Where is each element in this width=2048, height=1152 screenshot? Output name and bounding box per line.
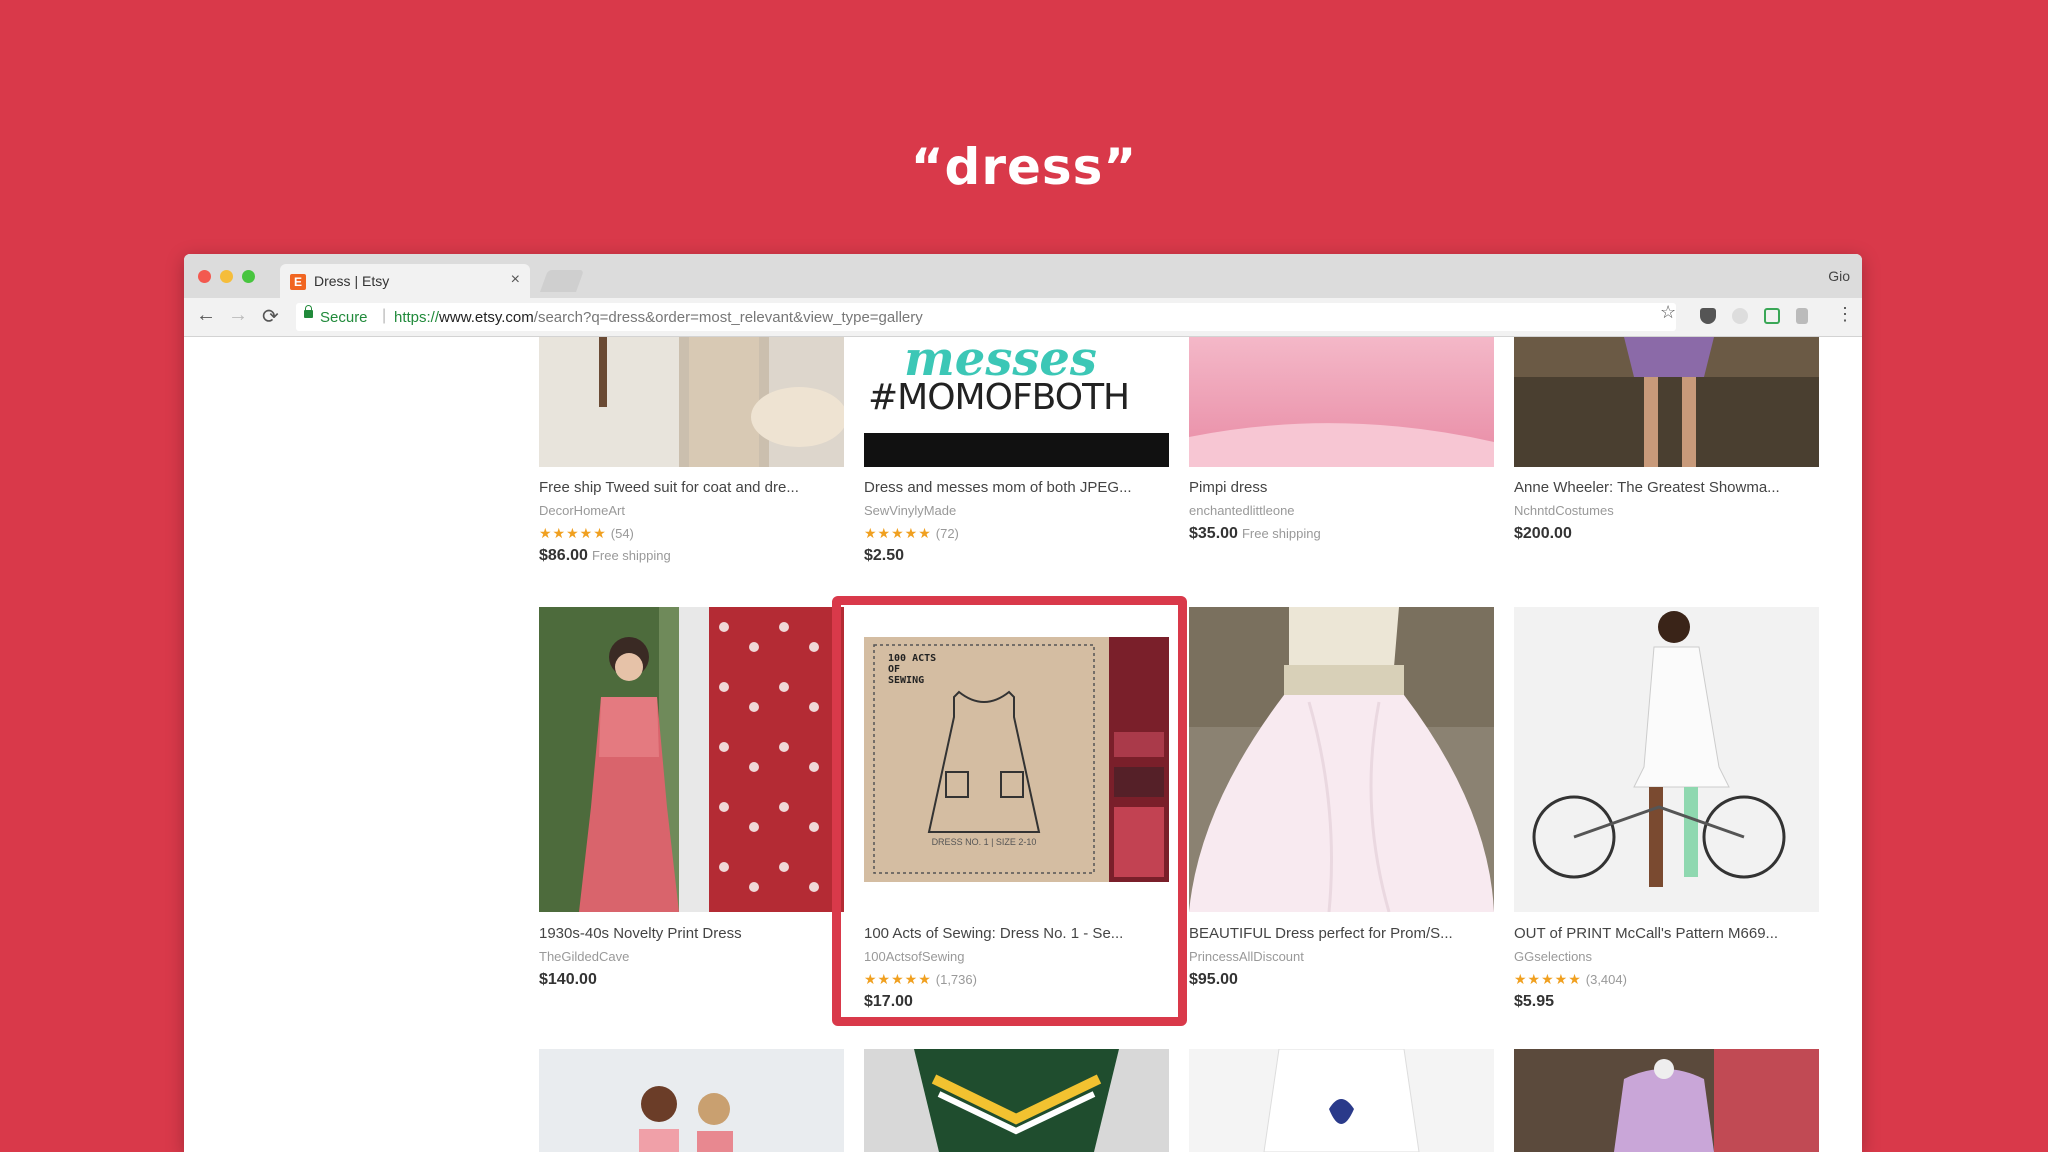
rating-stars: ★★★★★: [539, 525, 607, 541]
browser-toolbar: ← → ⟳ Secure | https://www.etsy.com/sear…: [184, 298, 1862, 337]
listing-title[interactable]: 1930s-40s Novelty Print Dress: [539, 925, 849, 942]
pocket-icon[interactable]: [1700, 308, 1716, 324]
listing-title[interactable]: OUT of PRINT McCall's Pattern M669...: [1514, 925, 1824, 942]
listing-shop[interactable]: NchntdCostumes: [1514, 503, 1614, 518]
listing-image[interactable]: [539, 1049, 844, 1152]
url-scheme: https://: [394, 309, 440, 326]
minimize-window-button[interactable]: [220, 270, 233, 283]
profile-name[interactable]: Gio: [1828, 268, 1850, 284]
listing-rating: ★★★★★ (54): [539, 525, 634, 542]
listing-shop[interactable]: SewVinylyMade: [864, 503, 956, 518]
listing-price: $200.00: [1514, 525, 1572, 543]
slide-title: “dress”: [910, 138, 1138, 196]
new-tab-button[interactable]: [539, 270, 585, 292]
price-value: $140.00: [539, 971, 597, 988]
rating-stars: ★★★★★: [864, 525, 932, 541]
listing-title[interactable]: Free ship Tweed suit for coat and dre...: [539, 479, 849, 496]
tab-etsy[interactable]: E Dress | Etsy ×: [280, 264, 530, 298]
listing-title[interactable]: BEAUTIFUL Dress perfect for Prom/S...: [1189, 925, 1499, 942]
tab-title: Dress | Etsy: [314, 273, 390, 289]
zoom-window-button[interactable]: [242, 270, 255, 283]
listing-image[interactable]: [1189, 337, 1494, 467]
price-value: $200.00: [1514, 525, 1572, 542]
highlight-box: [832, 596, 1187, 1026]
listing-shop[interactable]: PrincessAllDiscount: [1189, 949, 1304, 964]
image-hashtag-text: #MOMOFBOTH: [868, 377, 1130, 418]
listing-image[interactable]: [1514, 1049, 1819, 1152]
listing-price: $95.00: [1189, 971, 1238, 989]
shipping-label: Free shipping: [591, 548, 671, 563]
rating-count: (54): [610, 526, 634, 541]
listing-shop[interactable]: DecorHomeArt: [539, 503, 625, 518]
tab-bar: E Dress | Etsy × Gio: [184, 254, 1862, 298]
listing-image[interactable]: [1189, 607, 1494, 912]
price-value: $35.00: [1189, 525, 1238, 542]
lock-icon: [304, 305, 313, 318]
close-window-button[interactable]: [198, 270, 211, 283]
listing-title[interactable]: Dress and messes mom of both JPEG...: [864, 479, 1174, 496]
listing-image[interactable]: [539, 337, 844, 467]
address-bar[interactable]: Secure | https://www.etsy.com/search?q=d…: [296, 303, 1676, 331]
back-icon[interactable]: ←: [196, 304, 216, 327]
extension-icon[interactable]: [1796, 308, 1808, 324]
listing-shop[interactable]: enchantedlittleone: [1189, 503, 1295, 518]
listing-rating: ★★★★★ (3,404): [1514, 971, 1627, 988]
listing-image[interactable]: messes #MOMOFBOTH: [864, 337, 1169, 467]
price-value: $86.00: [539, 547, 588, 564]
url-path: /search?q=dress&order=most_relevant&view…: [533, 309, 923, 326]
url-separator: |: [382, 307, 387, 324]
rating-count: (3,404): [1585, 972, 1627, 987]
listing-price: $86.00 Free shipping: [539, 547, 671, 565]
price-value: $5.95: [1514, 993, 1555, 1010]
price-value: $95.00: [1189, 971, 1238, 988]
listing-image[interactable]: [864, 1049, 1169, 1152]
listing-image[interactable]: [539, 607, 844, 912]
price-value: $2.50: [864, 547, 905, 564]
etsy-favicon-icon: E: [290, 274, 306, 290]
bookmark-star-icon[interactable]: ☆: [1660, 302, 1676, 323]
close-tab-icon[interactable]: ×: [511, 271, 520, 289]
shipping-label: Free shipping: [1241, 526, 1321, 541]
secure-label: Secure: [320, 309, 368, 326]
listing-image[interactable]: [1514, 607, 1819, 912]
listing-image[interactable]: [1514, 337, 1819, 467]
listing-price: $35.00 Free shipping: [1189, 525, 1321, 543]
listing-price: $5.95: [1514, 993, 1554, 1011]
menu-icon[interactable]: ⋮: [1836, 304, 1854, 325]
extension-icon[interactable]: [1764, 308, 1780, 324]
listing-shop[interactable]: GGselections: [1514, 949, 1592, 964]
url-text: https://www.etsy.com/search?q=dress&orde…: [394, 309, 923, 326]
listing-title[interactable]: Anne Wheeler: The Greatest Showma...: [1514, 479, 1824, 496]
listing-rating: ★★★★★ (72): [864, 525, 959, 542]
reload-icon[interactable]: ⟳: [262, 304, 279, 329]
listing-price: $140.00: [539, 971, 597, 989]
rating-count: (72): [935, 526, 959, 541]
rating-stars: ★★★★★: [1514, 971, 1582, 987]
listing-image[interactable]: [1189, 1049, 1494, 1152]
extension-icon[interactable]: [1732, 308, 1748, 324]
forward-icon[interactable]: →: [228, 304, 248, 327]
listing-shop[interactable]: TheGildedCave: [539, 949, 629, 964]
listing-title[interactable]: Pimpi dress: [1189, 479, 1499, 496]
listing-price: $2.50: [864, 547, 904, 565]
url-domain: www.etsy.com: [439, 309, 534, 326]
